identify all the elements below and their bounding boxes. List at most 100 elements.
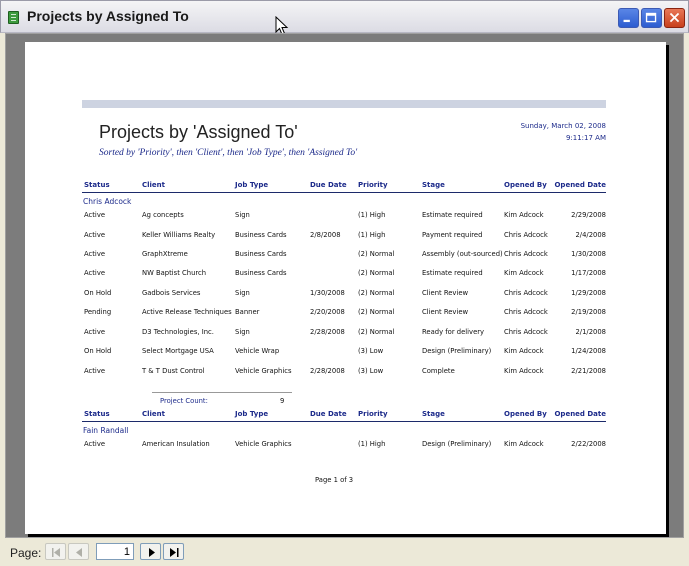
cell-client: Active Release Techniques <box>142 308 232 316</box>
col-due-date: Due Date <box>310 181 347 189</box>
cell-job-type: Sign <box>235 328 250 336</box>
page-footer: Page 1 of 3 <box>315 476 354 484</box>
previous-page-icon <box>76 548 82 557</box>
cell-priority: (1) High <box>358 211 386 219</box>
cell-stage: Payment required <box>422 231 483 239</box>
col-stage: Stage <box>422 410 445 418</box>
cell-opened-by: Kim Adcock <box>504 211 544 219</box>
cell-client: American Insulation <box>142 440 210 448</box>
col-priority: Priority <box>358 410 388 418</box>
first-page-button[interactable] <box>45 543 66 560</box>
next-page-icon <box>149 548 155 557</box>
maximize-button[interactable] <box>641 8 662 28</box>
last-page-button[interactable] <box>163 543 184 560</box>
table-row: Pending Active Release Techniques Banner… <box>82 308 606 318</box>
cell-opened-date: 2/22/2008 <box>571 440 606 448</box>
horizontal-scrollbar[interactable] <box>190 543 684 560</box>
cell-status: Active <box>84 231 106 239</box>
cell-priority: (2) Normal <box>358 269 395 277</box>
previous-page-button[interactable] <box>68 543 89 560</box>
close-button[interactable] <box>664 8 685 28</box>
count-divider <box>152 392 292 393</box>
cell-due-date: 2/28/2008 <box>310 328 345 336</box>
cell-client: GraphXtreme <box>142 250 188 258</box>
table-row: On Hold Select Mortgage USA Vehicle Wrap… <box>82 347 606 357</box>
col-stage: Stage <box>422 181 445 189</box>
table-row: On Hold Gadbois Services Sign 1/30/2008 … <box>82 289 606 299</box>
cell-status: Pending <box>84 308 112 316</box>
cell-due-date: 1/30/2008 <box>310 289 345 297</box>
minimize-button[interactable] <box>618 8 639 28</box>
cell-opened-by: Kim Adcock <box>504 367 544 375</box>
col-client: Client <box>142 181 166 189</box>
cell-status: Active <box>84 250 106 258</box>
cell-client: Keller Williams Realty <box>142 231 216 239</box>
last-page-icon <box>170 548 179 557</box>
cell-opened-by: Kim Adcock <box>504 347 544 355</box>
cell-stage: Complete <box>422 367 455 375</box>
report-title: Projects by 'Assigned To' <box>99 122 298 142</box>
cell-due-date: 2/20/2008 <box>310 308 345 316</box>
col-job-type: Job Type <box>235 181 269 189</box>
report-preview-area[interactable]: Projects by 'Assigned To' Sorted by 'Pri… <box>5 33 684 538</box>
cell-opened-by: Chris Adcock <box>504 289 548 297</box>
cell-opened-date: 2/4/2008 <box>575 231 606 239</box>
cell-opened-date: 1/24/2008 <box>571 347 606 355</box>
cell-stage: Estimate required <box>422 269 483 277</box>
cell-stage: Ready for delivery <box>422 328 485 336</box>
title-bar[interactable]: Projects by Assigned To <box>0 0 689 36</box>
cell-opened-by: Chris Adcock <box>504 328 548 336</box>
column-headers: Status Client Job Type Due Date Priority… <box>82 181 606 193</box>
cell-priority: (2) Normal <box>358 328 395 336</box>
next-page-button[interactable] <box>140 543 161 560</box>
cell-stage: Assembly (out-sourced) <box>422 250 503 258</box>
cell-opened-date: 2/19/2008 <box>571 308 606 316</box>
cell-opened-by: Chris Adcock <box>504 231 548 239</box>
cell-priority: (3) Low <box>358 347 384 355</box>
cell-status: Active <box>84 367 106 375</box>
cell-priority: (1) High <box>358 440 386 448</box>
cell-status: On Hold <box>84 289 112 297</box>
col-status: Status <box>84 181 110 189</box>
cell-job-type: Vehicle Wrap <box>235 347 280 355</box>
table-row: Active NW Baptist Church Business Cards … <box>82 269 606 279</box>
cell-job-type: Sign <box>235 289 250 297</box>
cell-client: Ag concepts <box>142 211 184 219</box>
close-icon <box>669 12 680 23</box>
cell-priority: (3) Low <box>358 367 384 375</box>
cell-priority: (2) Normal <box>358 250 395 258</box>
cell-client: T & T Dust Control <box>142 367 205 375</box>
cell-status: Active <box>84 440 106 448</box>
cell-opened-by: Kim Adcock <box>504 440 544 448</box>
cell-opened-date: 2/1/2008 <box>575 328 606 336</box>
cell-opened-by: Kim Adcock <box>504 269 544 277</box>
report-header-bar <box>82 100 606 108</box>
cell-priority: (1) High <box>358 231 386 239</box>
cell-stage: Client Review <box>422 289 469 297</box>
table-row: Active T & T Dust Control Vehicle Graphi… <box>82 367 606 377</box>
cell-client: NW Baptist Church <box>142 269 207 277</box>
group-name: Chris Adcock <box>83 197 132 206</box>
cell-stage: Client Review <box>422 308 469 316</box>
cell-opened-by: Chris Adcock <box>504 250 548 258</box>
cell-client: D3 Technologies, Inc. <box>142 328 214 336</box>
cell-status: Active <box>84 211 106 219</box>
access-report-icon <box>8 11 19 24</box>
col-opened-date: Opened Date <box>554 410 606 418</box>
project-count-label: Project Count: <box>160 397 208 405</box>
cell-due-date: 2/8/2008 <box>310 231 341 239</box>
project-count-value: 9 <box>280 397 285 405</box>
navigation-bar: Page: <box>0 538 689 566</box>
col-priority: Priority <box>358 181 388 189</box>
col-status: Status <box>84 410 110 418</box>
first-page-icon <box>52 548 60 557</box>
page-number-input[interactable] <box>96 543 134 560</box>
col-opened-by: Opened By <box>504 181 547 189</box>
cell-job-type: Banner <box>235 308 260 316</box>
cell-job-type: Business Cards <box>235 269 287 277</box>
cell-client: Gadbois Services <box>142 289 201 297</box>
report-date: Sunday, March 02, 2008 <box>520 122 606 130</box>
table-row: Active American Insulation Vehicle Graph… <box>82 440 606 450</box>
table-row: Active GraphXtreme Business Cards (2) No… <box>82 250 606 260</box>
cell-status: Active <box>84 269 106 277</box>
